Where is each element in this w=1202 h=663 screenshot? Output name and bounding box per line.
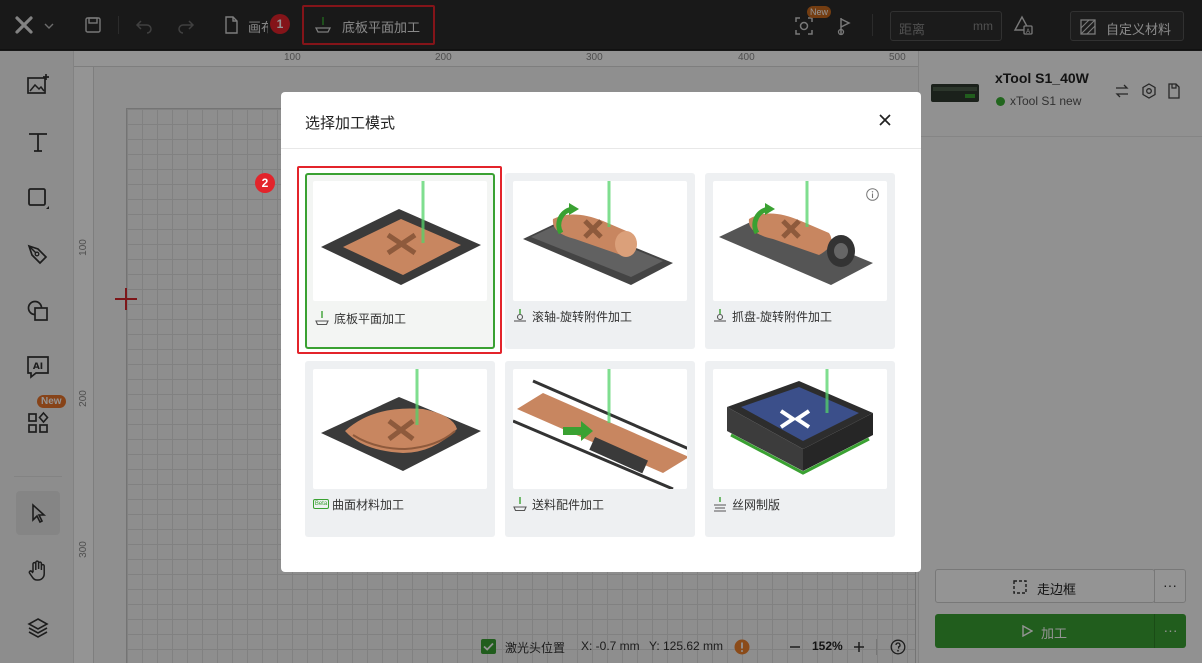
mode-label: 曲面材料加工 <box>332 498 405 512</box>
mode-card-roller-rotary[interactable]: 滚轴-旋转附件加工 <box>505 173 695 349</box>
conveyor-feeder-illustration <box>513 369 687 489</box>
mode-label: 丝网制版 <box>732 498 781 512</box>
mode-card-curved-surface[interactable]: Beta 曲面材料加工 <box>305 361 495 537</box>
annotation-badge-2: 2 <box>255 173 275 193</box>
mode-thumbnail <box>513 181 687 301</box>
screen-print-laser-icon <box>714 497 726 512</box>
dialog-divider <box>281 148 921 149</box>
dialog-title: 选择加工模式 <box>305 115 396 132</box>
mode-select-dialog: 选择加工模式 底板平面加工 2 滚轴-旋转附件加工 抓盘-旋转附件加工 Beta… <box>255 92 921 572</box>
curved-surface-illustration <box>321 369 481 471</box>
mode-label: 送料配件加工 <box>532 498 605 512</box>
mode-card-screen-printing[interactable]: 丝网制版 <box>705 361 895 537</box>
mode-thumbnail <box>713 369 887 489</box>
flat-laser-icon <box>513 497 527 512</box>
mode-card-conveyor-feeder[interactable]: 送料配件加工 <box>505 361 695 537</box>
mode-card-chuck-rotary[interactable]: 抓盘-旋转附件加工 <box>705 173 895 349</box>
mode-thumbnail <box>513 369 687 489</box>
mode-thumbnail <box>713 181 887 301</box>
rotary-laser-icon <box>714 309 726 322</box>
info-icon[interactable] <box>866 188 879 201</box>
mode-label: 抓盘-旋转附件加工 <box>732 310 832 324</box>
close-icon[interactable] <box>878 113 892 127</box>
mode-label: 滚轴-旋转附件加工 <box>532 310 632 324</box>
rotary-laser-icon <box>514 309 526 322</box>
flat-mode-highlight <box>297 166 502 354</box>
screen-printing-illustration <box>727 369 873 475</box>
mode-thumbnail <box>313 369 487 489</box>
beta-badge: Beta <box>313 499 329 509</box>
chuck-rotary-illustration <box>719 181 873 285</box>
roller-rotary-illustration <box>523 181 673 285</box>
